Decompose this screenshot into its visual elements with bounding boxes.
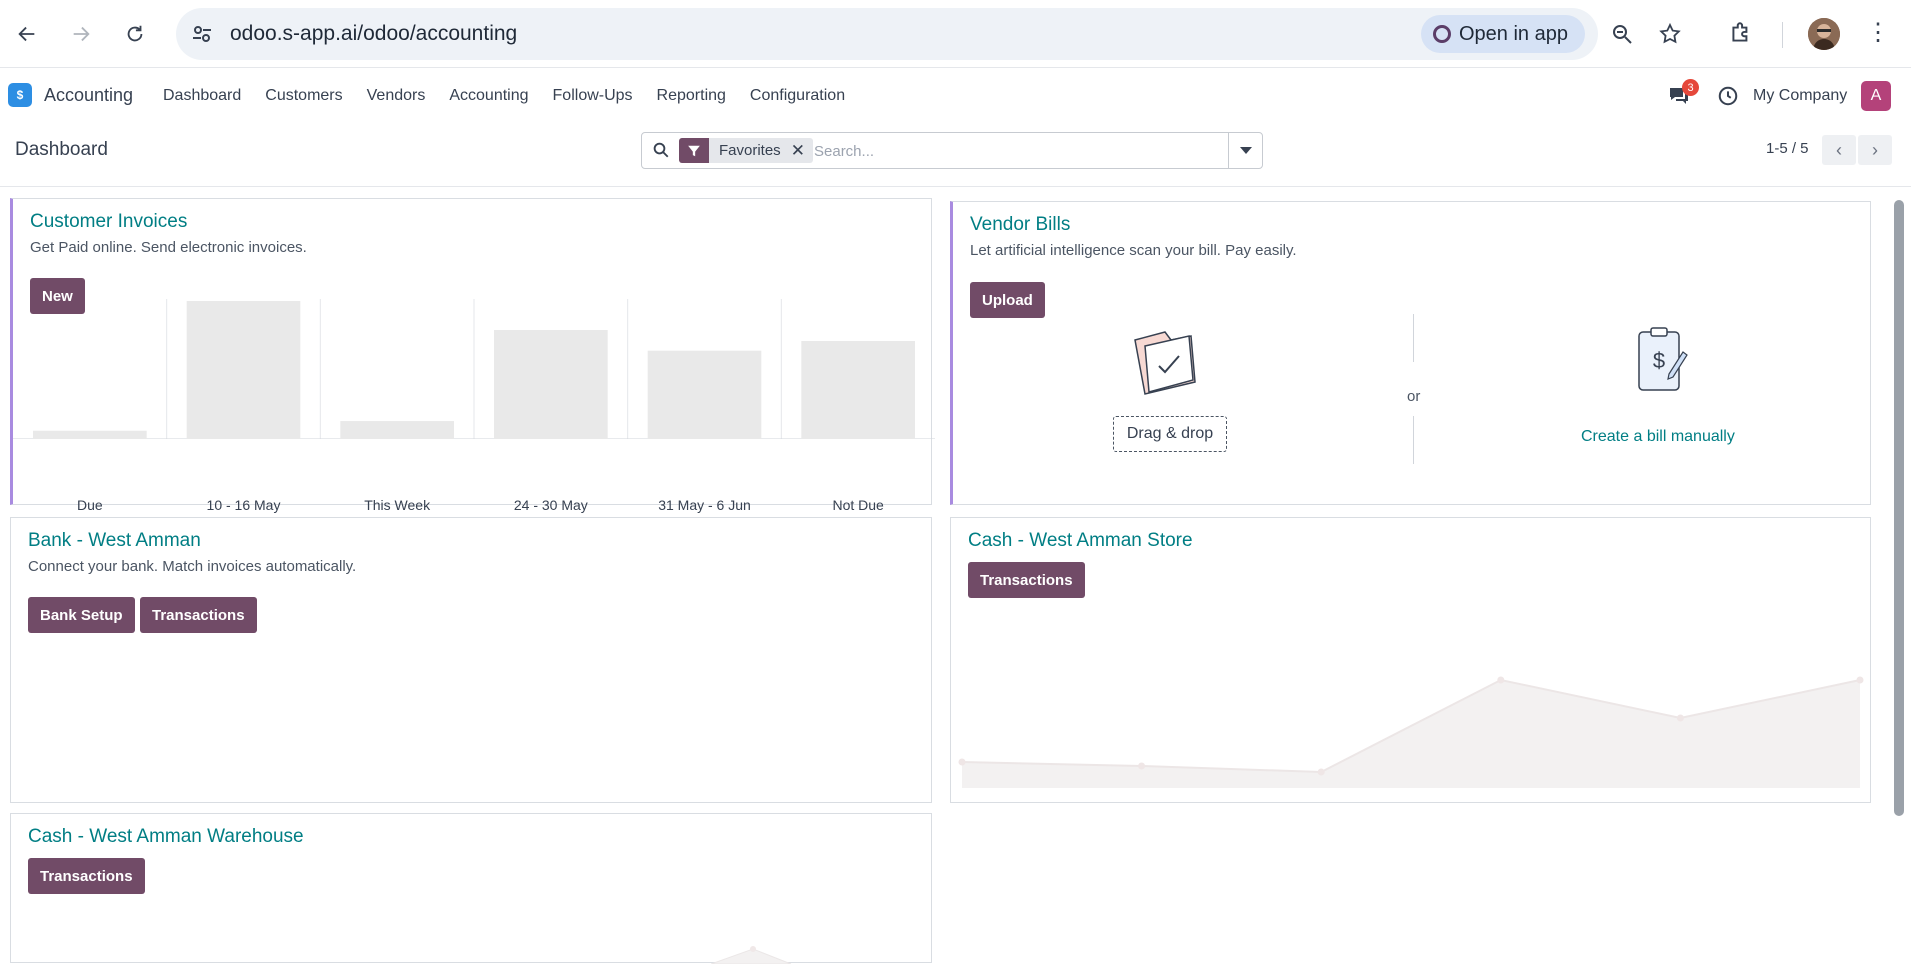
open-in-app-label: Open in app: [1459, 22, 1568, 45]
area-point-5: [1856, 676, 1864, 684]
drag-drop-label[interactable]: Drag & drop: [1113, 416, 1227, 452]
activity-clock-icon[interactable]: [1717, 85, 1739, 112]
area-point-2: [1317, 768, 1325, 776]
area-point-1: [1138, 762, 1146, 770]
card-subtitle: Get Paid online. Send electronic invoice…: [30, 239, 307, 256]
menu-configuration[interactable]: Configuration: [750, 87, 845, 105]
control-panel: Dashboard Favorites ✕ 1-5 / 5 ‹ ›: [0, 125, 1911, 187]
company-switcher[interactable]: My Company: [1753, 87, 1847, 105]
favorites-facet: Favorites ✕: [679, 138, 813, 163]
chevron-down-icon: [1239, 146, 1252, 154]
folder-check-icon: [1134, 331, 1196, 395]
app-icon: [1433, 25, 1451, 43]
bar-4[interactable]: [647, 350, 762, 439]
x-tick-label: 10 - 16 May: [206, 497, 281, 513]
cash-store-area-chart: [958, 676, 1864, 788]
menu-reporting[interactable]: Reporting: [657, 87, 726, 105]
cash-store-transactions-button[interactable]: Transactions: [968, 562, 1085, 598]
menu-accounting[interactable]: Accounting: [449, 87, 528, 105]
card-subtitle: Let artificial intelligence scan your bi…: [970, 242, 1297, 259]
site-settings-icon[interactable]: [190, 22, 214, 46]
bookmark-star-icon[interactable]: [1656, 20, 1684, 48]
area-point-3: [1497, 676, 1505, 684]
x-tick-label: Due: [76, 497, 103, 513]
bar-2[interactable]: [340, 421, 454, 439]
odoo-navbar: $ Accounting Dashboard Customers Vendors…: [0, 69, 1911, 125]
x-tick-label: This Week: [364, 497, 431, 513]
vendor-bills-card: Vendor Bills Let artificial intelligence…: [950, 201, 1871, 505]
filter-icon: [679, 138, 709, 163]
search-bar: Favorites ✕: [641, 132, 1263, 169]
card-title[interactable]: Vendor Bills: [970, 214, 1070, 236]
divider: [1413, 314, 1414, 362]
bar-1[interactable]: [186, 301, 301, 439]
cash-warehouse-chart-peek: [711, 946, 792, 964]
bar-3[interactable]: [494, 329, 608, 439]
create-bill-manually-link[interactable]: Create a bill manually: [1581, 428, 1735, 446]
browser-menu-icon[interactable]: ⋮: [1866, 18, 1890, 47]
bank-journal-card: Bank - West Amman Connect your bank. Mat…: [10, 517, 932, 803]
card-title[interactable]: Cash - West Amman Store: [968, 530, 1193, 552]
svg-text:$: $: [1653, 348, 1665, 373]
cash-store-card: Cash - West Amman Store Transactions: [950, 517, 1871, 803]
menu-customers[interactable]: Customers: [265, 87, 342, 105]
card-title[interactable]: Cash - West Amman Warehouse: [28, 826, 304, 848]
area-fill: [962, 680, 1860, 788]
x-tick-label: 24 - 30 May: [513, 497, 588, 513]
bank-transactions-button[interactable]: Transactions: [140, 597, 257, 633]
bill-icon: $: [1638, 327, 1688, 391]
bar-5[interactable]: [801, 341, 915, 439]
forward-icon[interactable]: [62, 15, 100, 53]
pager-value[interactable]: 1-5 / 5: [1766, 140, 1809, 157]
page-scrollbar[interactable]: [1894, 200, 1904, 816]
menu-dashboard[interactable]: Dashboard: [163, 87, 241, 105]
divider: [1413, 416, 1414, 464]
cash-warehouse-card: Cash - West Amman Warehouse Transactions: [10, 813, 932, 964]
extensions-icon[interactable]: [1728, 20, 1754, 51]
browser-toolbar: odoo.s-app.ai/odoo/accounting Open in ap…: [0, 0, 1911, 68]
bank-setup-button[interactable]: Bank Setup: [28, 597, 135, 633]
area-point-0: [958, 758, 966, 766]
bar-0[interactable]: [33, 430, 147, 439]
page-title: Dashboard: [15, 139, 108, 160]
close-icon[interactable]: ✕: [791, 141, 813, 161]
x-tick-label: Not Due: [832, 497, 884, 513]
search-input[interactable]: [814, 140, 1214, 162]
x-tick-label: 31 May - 6 Jun: [658, 497, 751, 513]
main-menu: Dashboard Customers Vendors Accounting F…: [163, 87, 869, 105]
profile-avatar[interactable]: [1808, 18, 1840, 50]
open-in-app-button[interactable]: Open in app: [1421, 15, 1585, 53]
pager-previous-button[interactable]: ‹: [1822, 135, 1856, 165]
pager-next-button[interactable]: ›: [1858, 135, 1892, 165]
customer-invoices-card: Customer Invoices Get Paid online. Send …: [10, 198, 935, 513]
card-subtitle: Connect your bank. Match invoices automa…: [28, 558, 357, 575]
upload-button[interactable]: Upload: [970, 282, 1045, 318]
menu-vendors[interactable]: Vendors: [367, 87, 426, 105]
address-bar[interactable]: odoo.s-app.ai/odoo/accounting Open in ap…: [176, 8, 1681, 60]
facet-label: Favorites: [719, 142, 781, 159]
menu-follow-ups[interactable]: Follow-Ups: [553, 87, 633, 105]
card-title[interactable]: Bank - West Amman: [28, 530, 201, 552]
reload-icon[interactable]: [116, 15, 154, 53]
toolbar-divider: [1782, 22, 1783, 48]
dashboard-content: Customer Invoices Get Paid online. Send …: [0, 188, 1911, 964]
accounting-app-icon[interactable]: $: [8, 83, 32, 107]
invoice-bar-chart: [13, 299, 935, 439]
search-icon: [652, 141, 670, 164]
chat-badge: 3: [1682, 79, 1699, 96]
or-label: or: [1407, 388, 1421, 405]
search-options-toggle[interactable]: [1228, 133, 1262, 168]
user-avatar[interactable]: A: [1861, 81, 1891, 111]
card-title[interactable]: Customer Invoices: [30, 211, 187, 233]
area-point-4: [1676, 714, 1684, 722]
app-name[interactable]: Accounting: [44, 85, 133, 106]
zoom-icon[interactable]: [1608, 20, 1636, 48]
cash-warehouse-transactions-button[interactable]: Transactions: [28, 858, 145, 894]
back-icon[interactable]: [8, 15, 46, 53]
url-text[interactable]: odoo.s-app.ai/odoo/accounting: [230, 22, 517, 46]
